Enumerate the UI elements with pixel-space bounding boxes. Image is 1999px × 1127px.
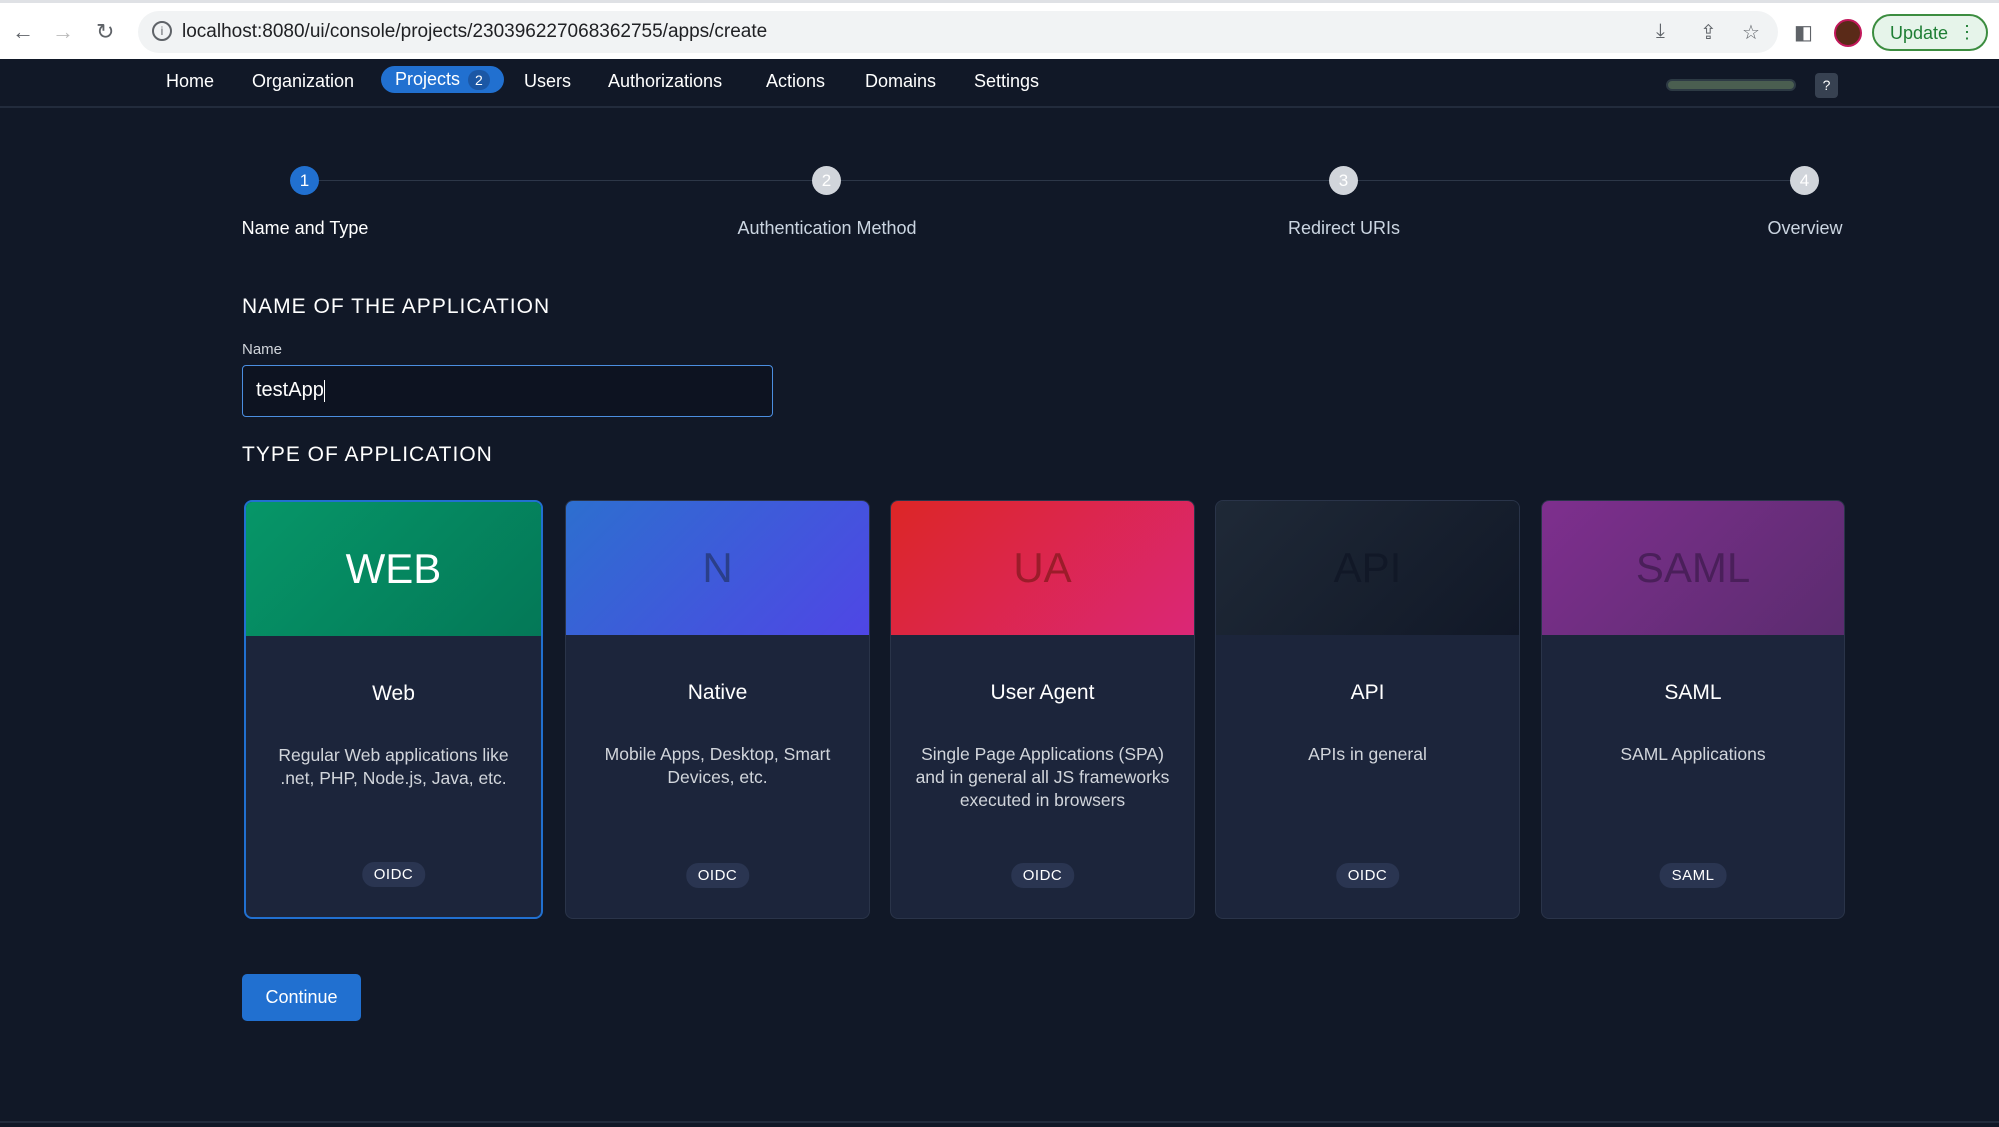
card-header: UA [891,501,1194,635]
update-label: Update [1890,23,1949,43]
card-description: Regular Web applications like .net, PHP,… [278,745,509,788]
nav-authorizations[interactable]: Authorizations [608,71,722,92]
card-title: API [1350,681,1385,704]
back-icon[interactable]: ← [12,19,34,45]
side-panel-icon[interactable]: ◧ [1794,20,1813,45]
avatar[interactable] [1834,19,1862,47]
nav-actions[interactable]: Actions [766,71,825,92]
protocol-badge: SAML [1659,863,1727,888]
app-type-card-saml[interactable]: SAML SAML SAML Applications SAML [1541,500,1845,919]
nav-domains[interactable]: Domains [865,71,936,92]
address-bar[interactable]: i localhost:8080/ui/console/projects/230… [138,11,1778,53]
help-button[interactable]: ? [1815,73,1838,98]
card-title: SAML [1664,681,1722,704]
step-3-label: Redirect URIs [1287,218,1401,238]
install-icon[interactable]: ⤓ [1656,20,1665,43]
nav-settings[interactable]: Settings [974,71,1039,92]
card-title: Web [372,682,415,705]
forward-icon[interactable]: → [52,19,74,45]
step-2-label: Authentication Method [737,218,917,238]
card-header: API [1216,501,1519,635]
progress-bar [1666,79,1796,91]
card-header: N [566,501,869,635]
name-value: testApp [256,379,324,401]
info-icon[interactable]: i [152,21,172,41]
card-description: Mobile Apps, Desktop, Smart Devices, etc… [604,744,831,787]
reload-icon[interactable]: ↻ [96,19,114,45]
stepper-line [305,180,1805,181]
card-abbr: WEB [345,545,442,592]
update-button[interactable]: Update ⋮ [1872,14,1988,51]
protocol-badge: OIDC [1335,863,1400,888]
app-type-card-user-agent[interactable]: UA User Agent Single Page Applications (… [890,500,1195,919]
name-heading: NAME OF THE APPLICATION [242,295,551,318]
protocol-badge: OIDC [361,862,426,887]
card-abbr: SAML [1635,544,1751,591]
footer-divider [0,1121,1999,1123]
card-header: SAML [1542,501,1844,635]
name-label: Name [242,341,283,358]
step-1-circle[interactable]: 1 [290,166,319,195]
url-text: localhost:8080/ui/console/projects/23039… [182,21,768,42]
continue-button[interactable]: Continue [242,974,361,1021]
card-abbr: UA [1013,544,1072,591]
card-description: APIs in general [1308,744,1427,764]
nav-users[interactable]: Users [524,71,571,92]
type-heading: TYPE OF APPLICATION [242,443,493,466]
star-icon[interactable]: ☆ [1742,20,1760,45]
card-title: User Agent [990,681,1095,704]
nav-organization[interactable]: Organization [252,71,354,92]
top-nav: Home Organization Projects 2 Users Author… [0,59,1999,108]
protocol-badge: OIDC [685,863,750,888]
nav-home[interactable]: Home [166,71,214,92]
projects-count-badge: 2 [468,70,490,90]
step-3-circle[interactable]: 3 [1329,166,1358,195]
share-icon[interactable]: ⇪ [1700,20,1717,45]
step-2-circle[interactable]: 2 [812,166,841,195]
step-4-circle[interactable]: 4 [1790,166,1819,195]
name-input[interactable]: testApp [242,365,773,417]
card-description: SAML Applications [1620,744,1766,764]
step-4-label: Overview [1767,218,1843,238]
browser-toolbar: ← → ↻ i localhost:8080/ui/console/projec… [0,0,1999,59]
card-abbr: API [1333,544,1402,591]
app-type-card-web[interactable]: WEB Web Regular Web applications like .n… [244,500,543,919]
step-1-label: Name and Type [241,218,369,238]
nav-projects-label: Projects [395,69,461,89]
card-description: Single Page Applications (SPA) and in ge… [915,744,1170,810]
app-type-card-native[interactable]: N Native Mobile Apps, Desktop, Smart Dev… [565,500,870,919]
card-abbr: N [702,544,733,591]
card-header: WEB [246,502,541,636]
card-title: Native [687,681,748,704]
menu-icon[interactable]: ⋮ [1958,22,1976,43]
nav-projects[interactable]: Projects 2 [381,66,504,93]
app-type-card-api[interactable]: API API APIs in general OIDC [1215,500,1520,919]
protocol-badge: OIDC [1010,863,1075,888]
